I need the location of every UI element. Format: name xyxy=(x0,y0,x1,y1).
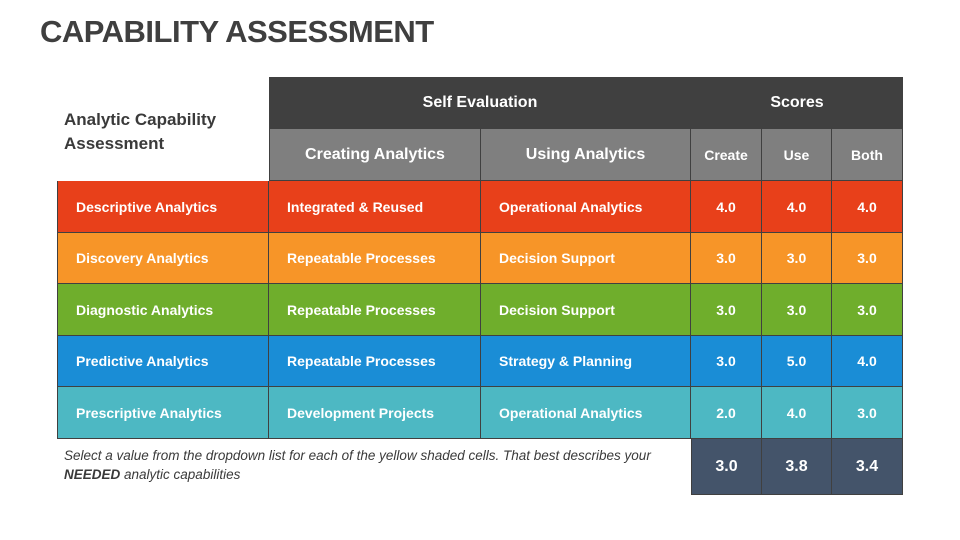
page-title: CAPABILITY ASSESSMENT xyxy=(40,14,434,49)
total-both: 3.4 xyxy=(832,439,903,495)
row-capability: Predictive Analytics xyxy=(57,336,269,387)
instruction-note: Select a value from the dropdown list fo… xyxy=(64,446,664,484)
row-create-score: 2.0 xyxy=(691,387,762,439)
row-creating: Repeatable Processes xyxy=(269,336,481,387)
total-create: 3.0 xyxy=(691,439,762,495)
row-use-score: 5.0 xyxy=(762,336,832,387)
row-create-score: 4.0 xyxy=(691,181,762,233)
row-both-score: 4.0 xyxy=(832,336,903,387)
header-scores: Scores xyxy=(691,77,903,129)
header-both: Both xyxy=(832,129,903,181)
row-capability: Diagnostic Analytics xyxy=(57,284,269,336)
row-using: Decision Support xyxy=(481,233,691,284)
row-using: Operational Analytics xyxy=(481,387,691,439)
row-use-score: 4.0 xyxy=(762,181,832,233)
row-both-score: 3.0 xyxy=(832,387,903,439)
row-both-score: 4.0 xyxy=(832,181,903,233)
header-create: Create xyxy=(691,129,762,181)
total-use: 3.8 xyxy=(762,439,832,495)
row-create-score: 3.0 xyxy=(691,336,762,387)
row-capability: Prescriptive Analytics xyxy=(57,387,269,439)
row-use-score: 4.0 xyxy=(762,387,832,439)
row-creating: Repeatable Processes xyxy=(269,284,481,336)
row-capability: Discovery Analytics xyxy=(57,233,269,284)
header-creating-analytics: Creating Analytics xyxy=(269,129,481,181)
row-creating: Repeatable Processes xyxy=(269,233,481,284)
side-heading: Analytic Capability Assessment xyxy=(64,110,217,153)
row-use-score: 3.0 xyxy=(762,284,832,336)
row-creating: Integrated & Reused xyxy=(269,181,481,233)
note-text-1: Select a value from the dropdown list fo… xyxy=(64,448,651,463)
note-text-2: analytic capabilities xyxy=(120,467,241,482)
header-self-evaluation: Self Evaluation xyxy=(269,77,691,129)
row-both-score: 3.0 xyxy=(832,284,903,336)
row-capability: Descriptive Analytics xyxy=(57,181,269,233)
row-both-score: 3.0 xyxy=(832,233,903,284)
row-using: Operational Analytics xyxy=(481,181,691,233)
row-use-score: 3.0 xyxy=(762,233,832,284)
row-using: Strategy & Planning xyxy=(481,336,691,387)
note-emphasis: NEEDED xyxy=(64,467,121,482)
row-create-score: 3.0 xyxy=(691,284,762,336)
row-using: Decision Support xyxy=(481,284,691,336)
header-using-analytics: Using Analytics xyxy=(481,129,691,181)
row-create-score: 3.0 xyxy=(691,233,762,284)
row-creating: Development Projects xyxy=(269,387,481,439)
header-use: Use xyxy=(762,129,832,181)
